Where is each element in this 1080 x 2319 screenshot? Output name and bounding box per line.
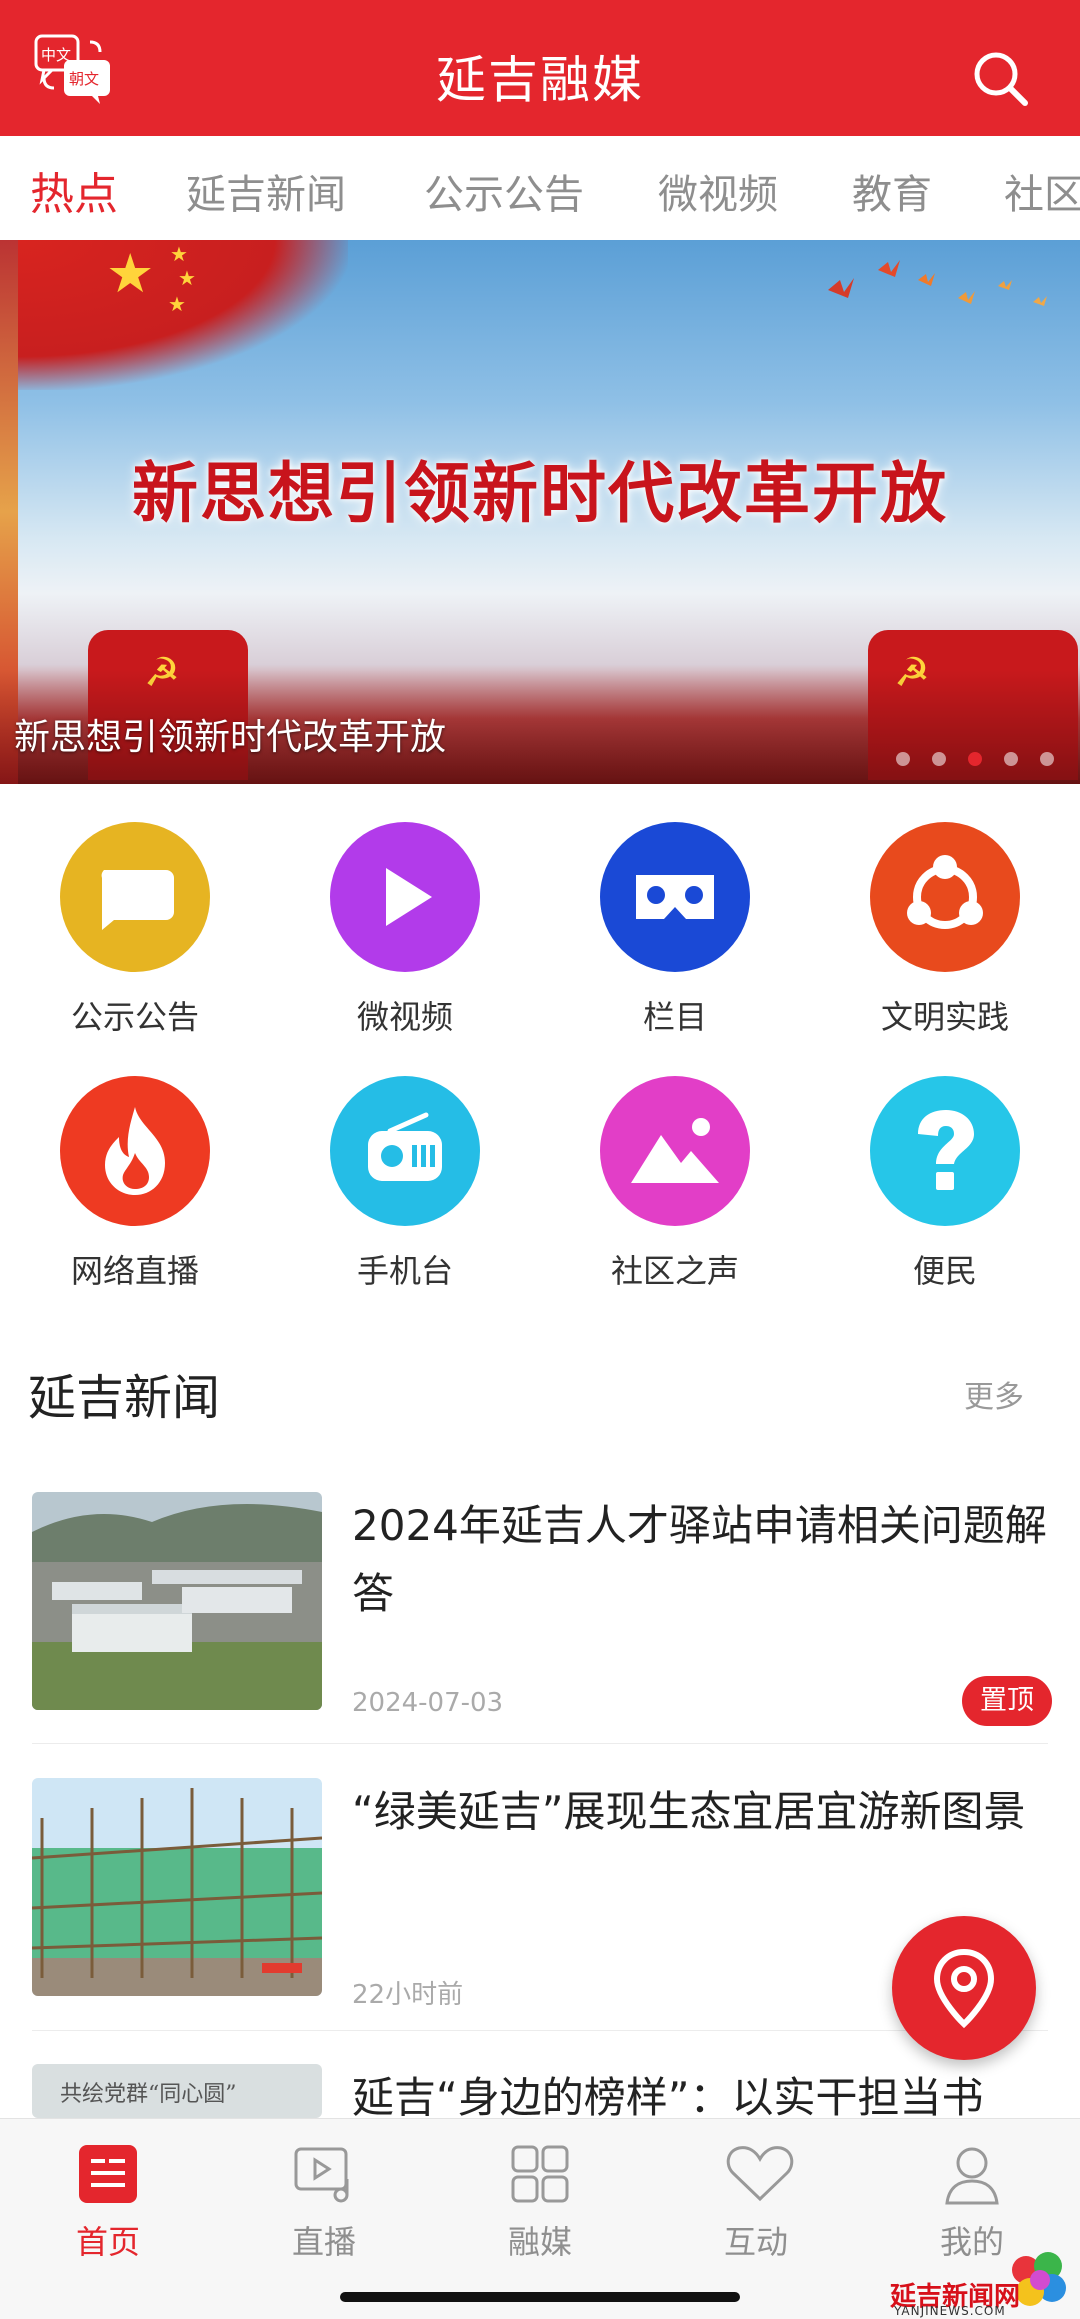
site-watermark: 延吉新闻网 YANJINEWS.COM xyxy=(890,2246,1080,2318)
news-title: 延吉“身边的榜样”：以实干担当书 xyxy=(352,2073,984,2118)
grid-item-live[interactable]: 网络直播 xyxy=(35,1076,235,1292)
grid-apps-icon xyxy=(509,2143,571,2205)
news-thumbnail xyxy=(32,1492,322,1710)
star-icon: ★ xyxy=(178,266,196,290)
nav-live[interactable]: 直播 xyxy=(244,2143,404,2263)
grid-label: 公示公告 xyxy=(70,998,199,1036)
star-icon: ★ xyxy=(106,242,155,305)
grid-label: 便民 xyxy=(912,1252,977,1290)
nav-label: 互动 xyxy=(723,2223,788,2261)
carousel-dot[interactable] xyxy=(1004,752,1018,766)
app-title: 延吉融媒 xyxy=(436,51,644,109)
news-item[interactable]: 共绘党群“同心圆” 延吉“身边的榜样”：以实干担当书 xyxy=(32,2064,1048,2118)
tab-education[interactable]: 教育 xyxy=(852,162,932,220)
play-icon xyxy=(330,822,480,972)
grid-item-columns[interactable]: 栏目 xyxy=(575,822,775,1038)
carousel-dot-active[interactable] xyxy=(968,752,982,766)
location-pin-icon xyxy=(933,1948,995,2029)
heart-icon xyxy=(725,2143,794,2205)
watermark-sub: YANJINEWS.COM xyxy=(894,2304,1006,2318)
thumbnail-text: 共绘党群“同心圆” xyxy=(60,2082,237,2107)
grid-item-notices[interactable]: 公示公告 xyxy=(35,822,235,1038)
carousel-dot[interactable] xyxy=(1040,752,1054,766)
carousel-dot[interactable] xyxy=(932,752,946,766)
grid-item-convenience[interactable]: 便民 xyxy=(845,1076,1045,1292)
tab-yanji-news[interactable]: 延吉新闻 xyxy=(186,162,346,220)
divider xyxy=(32,2030,1048,2031)
hero-banner[interactable]: ★ ★ ★ ★ ☭ ☭ 新思想引领新时代改革开放 新思想引领新时代改革开放 xyxy=(0,240,1080,784)
nav-media[interactable]: 融媒 xyxy=(460,2143,620,2263)
tab-notices[interactable]: 公示公告 xyxy=(424,162,584,220)
mountain-image-icon xyxy=(600,1076,750,1226)
carousel-dot[interactable] xyxy=(896,752,910,766)
news-date: 2024-07-03 xyxy=(352,1688,504,1718)
nav-label: 融媒 xyxy=(507,2223,572,2261)
location-fab[interactable] xyxy=(892,1916,1036,2060)
radio-icon xyxy=(330,1076,480,1226)
category-tabs: 热点 延吉新闻 公示公告 微视频 教育 社区 xyxy=(0,136,1080,241)
news-title: “绿美延吉”展现生态宜居宜游新图景 xyxy=(352,1787,1026,1836)
message-icon xyxy=(60,822,210,972)
question-icon xyxy=(870,1076,1020,1226)
live-video-icon xyxy=(293,2143,355,2205)
pinned-badge: 置顶 xyxy=(962,1676,1052,1726)
banner-headline: 新思想引领新时代改革开放 xyxy=(132,454,948,532)
news-time: 22小时前 xyxy=(352,1980,464,2010)
share-network-icon xyxy=(870,822,1020,972)
grid-label: 栏目 xyxy=(642,998,707,1036)
search-icon[interactable] xyxy=(970,48,1030,108)
section-title: 延吉新闻 xyxy=(28,1370,221,1426)
grid-item-community-voice[interactable]: 社区之声 xyxy=(575,1076,775,1292)
tab-community[interactable]: 社区 xyxy=(1004,162,1080,220)
grid-label: 社区之声 xyxy=(610,1252,739,1290)
home-news-icon xyxy=(77,2143,139,2205)
grid-label: 网络直播 xyxy=(70,1252,199,1290)
user-icon xyxy=(941,2143,1003,2205)
news-item[interactable]: 2024年延吉人才驿站申请相关问题解答 2024-07-03 置顶 xyxy=(32,1492,1052,1726)
news-thumbnail: 共绘党群“同心圆” xyxy=(32,2064,322,2118)
grid-label: 手机台 xyxy=(356,1252,453,1290)
star-icon: ★ xyxy=(168,292,186,316)
grid-item-mobile-tv[interactable]: 手机台 xyxy=(305,1076,505,1292)
birds-decoration xyxy=(828,260,1047,306)
nav-label: 首页 xyxy=(75,2223,140,2261)
tab-micro-video[interactable]: 微视频 xyxy=(658,162,778,220)
home-indicator[interactable] xyxy=(340,2292,740,2302)
nav-home[interactable]: 首页 xyxy=(28,2143,188,2263)
news-title: 2024年延吉人才驿站申请相关问题解答 xyxy=(352,1501,1047,1618)
grid-label: 文明实践 xyxy=(880,998,1009,1036)
more-link[interactable]: 更多 xyxy=(964,1372,1024,1416)
nav-interact[interactable]: 互动 xyxy=(676,2143,836,2263)
grid-label: 微视频 xyxy=(356,998,453,1036)
grid-item-civilization[interactable]: 文明实践 xyxy=(845,822,1045,1038)
tab-hot[interactable]: 热点 xyxy=(30,158,118,222)
divider xyxy=(32,1743,1048,1744)
banner-caption: 新思想引领新时代改革开放 xyxy=(14,717,447,758)
grid-item-micro-video[interactable]: 微视频 xyxy=(305,822,505,1038)
app-header: 中文 朝文 延吉融媒 xyxy=(0,0,1080,136)
news-thumbnail xyxy=(32,1778,322,1996)
flame-icon xyxy=(60,1076,210,1226)
vr-glasses-icon xyxy=(600,822,750,972)
star-icon: ★ xyxy=(170,242,188,266)
nav-profile[interactable]: 我的 xyxy=(892,2143,1052,2263)
nav-label: 直播 xyxy=(291,2223,356,2261)
